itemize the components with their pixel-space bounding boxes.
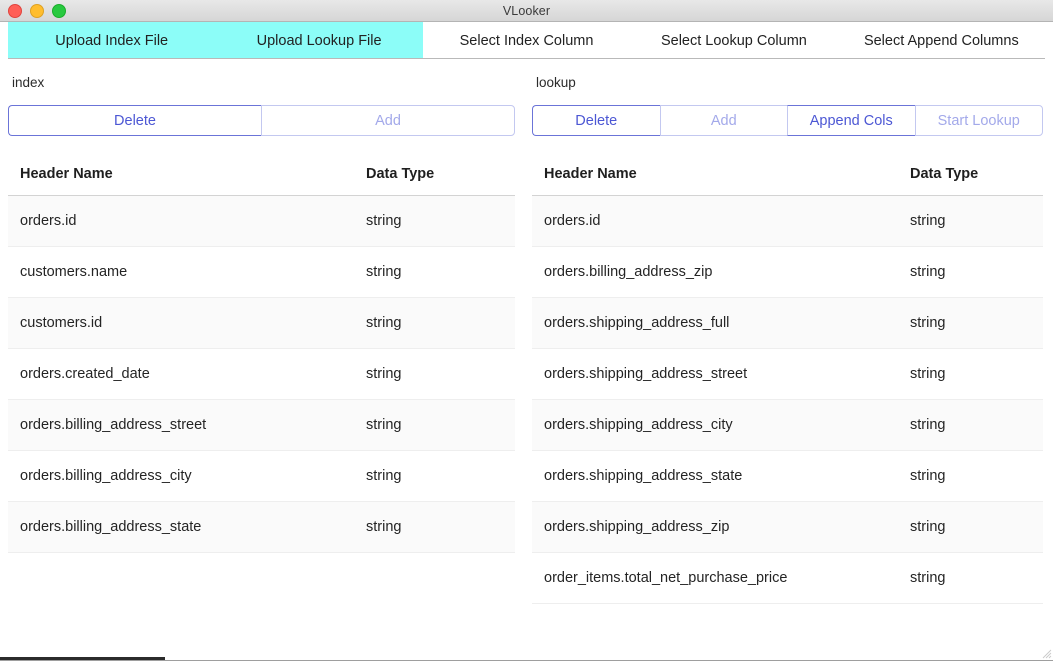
window-titlebar: VLooker xyxy=(0,0,1053,22)
index-header-table: Header Name Data Type orders.id string c… xyxy=(8,160,515,553)
cell-header-name: customers.name xyxy=(20,264,128,280)
window-bottom-grip xyxy=(0,657,165,660)
cell-data-type: string xyxy=(366,315,402,331)
table-header-row: Header Name Data Type xyxy=(8,160,515,196)
cell-header-name: orders.created_date xyxy=(20,366,150,382)
cell-data-type: string xyxy=(910,366,946,382)
tab-select-lookup-column[interactable]: Select Lookup Column xyxy=(630,22,837,59)
cell-header-name: orders.shipping_address_city xyxy=(544,417,733,433)
tab-select-index-column[interactable]: Select Index Column xyxy=(423,22,630,59)
table-row[interactable]: orders.shipping_address_city string xyxy=(532,400,1043,451)
cell-header-name: orders.shipping_address_state xyxy=(544,468,743,484)
index-panel-toolbar: Delete Add xyxy=(8,105,515,136)
cell-header-name: order_items.total_net_purchase_price xyxy=(544,570,788,586)
tab-upload-lookup-file[interactable]: Upload Lookup File xyxy=(215,22,423,59)
cell-data-type: string xyxy=(910,468,946,484)
lookup-start-lookup-button[interactable]: Start Lookup xyxy=(914,105,1043,136)
table-row[interactable]: orders.id string xyxy=(532,196,1043,247)
window-controls xyxy=(8,0,66,22)
table-row[interactable]: customers.id string xyxy=(8,298,515,349)
lookup-panel-label: lookup xyxy=(536,75,576,90)
table-row[interactable]: orders.billing_address_street string xyxy=(8,400,515,451)
table-row[interactable]: orders.id string xyxy=(8,196,515,247)
lookup-append-cols-button[interactable]: Append Cols xyxy=(787,105,915,136)
cell-data-type: string xyxy=(366,213,402,229)
lookup-panel: lookup Delete Add Append Cols Start Look… xyxy=(527,60,1053,649)
application-window: VLooker Upload Index File Upload Lookup … xyxy=(0,0,1053,661)
cell-data-type: string xyxy=(910,519,946,535)
column-header-data-type: Data Type xyxy=(910,166,979,182)
button-label: Start Lookup xyxy=(937,112,1020,129)
tab-label: Select Append Columns xyxy=(863,32,1019,49)
cell-data-type: string xyxy=(910,213,946,229)
index-delete-button[interactable]: Delete xyxy=(8,105,261,136)
button-label: Delete xyxy=(114,112,156,129)
tab-label: Select Index Column xyxy=(459,32,594,49)
index-panel: index Delete Add Header Name Data Type o… xyxy=(0,60,527,649)
lookup-panel-toolbar: Delete Add Append Cols Start Lookup xyxy=(532,105,1043,136)
index-panel-label: index xyxy=(12,75,45,90)
table-row[interactable]: orders.shipping_address_state string xyxy=(532,451,1043,502)
table-row[interactable]: orders.shipping_address_zip string xyxy=(532,502,1043,553)
column-header-header-name: Header Name xyxy=(20,166,113,182)
cell-data-type: string xyxy=(366,468,402,484)
tab-label: Upload Index File xyxy=(55,32,169,49)
cell-header-name: orders.shipping_address_street xyxy=(544,366,748,382)
cell-header-name: orders.shipping_address_zip xyxy=(544,519,730,535)
tab-bar: Upload Index File Upload Lookup File Sel… xyxy=(0,22,1053,59)
tab-label: Select Lookup Column xyxy=(660,32,807,49)
button-label: Delete xyxy=(575,112,618,129)
resize-handle-icon[interactable] xyxy=(1042,649,1052,659)
cell-data-type: string xyxy=(910,417,946,433)
tab-bar-divider xyxy=(8,58,1045,59)
window-bottom-edge xyxy=(0,657,1053,661)
cell-header-name: customers.id xyxy=(20,315,103,331)
cell-data-type: string xyxy=(366,366,402,382)
cell-header-name: orders.billing_address_city xyxy=(20,468,192,484)
cell-header-name: orders.id xyxy=(20,213,77,229)
button-label: Add xyxy=(710,112,737,129)
column-header-data-type: Data Type xyxy=(366,166,435,182)
cell-header-name: orders.id xyxy=(544,213,601,229)
button-label: Add xyxy=(375,112,401,129)
table-row[interactable]: orders.billing_address_city string xyxy=(8,451,515,502)
cell-header-name: orders.shipping_address_full xyxy=(544,315,730,331)
tab-upload-index-file[interactable]: Upload Index File xyxy=(8,22,216,59)
cell-header-name: orders.billing_address_street xyxy=(20,417,207,433)
table-row[interactable]: orders.shipping_address_full string xyxy=(532,298,1043,349)
window-title: VLooker xyxy=(502,3,551,18)
cell-header-name: orders.billing_address_zip xyxy=(544,264,713,280)
cell-data-type: string xyxy=(366,417,402,433)
maximize-window-icon[interactable] xyxy=(52,4,66,18)
cell-data-type: string xyxy=(366,519,402,535)
cell-data-type: string xyxy=(910,570,946,586)
cell-data-type: string xyxy=(366,264,402,280)
cell-data-type: string xyxy=(910,264,946,280)
tab-list: Upload Index File Upload Lookup File Sel… xyxy=(8,22,1045,59)
button-label: Append Cols xyxy=(809,112,893,129)
main-content: index Delete Add Header Name Data Type o… xyxy=(0,60,1053,649)
cell-header-name: orders.billing_address_state xyxy=(20,519,202,535)
index-add-button[interactable]: Add xyxy=(261,105,515,136)
tab-select-append-columns[interactable]: Select Append Columns xyxy=(838,22,1045,59)
table-row[interactable]: orders.shipping_address_street string xyxy=(532,349,1043,400)
table-header-row: Header Name Data Type xyxy=(532,160,1043,196)
lookup-delete-button[interactable]: Delete xyxy=(532,105,660,136)
tab-label: Upload Lookup File xyxy=(256,32,382,49)
table-row[interactable]: order_items.total_net_purchase_price str… xyxy=(532,553,1043,604)
cell-data-type: string xyxy=(910,315,946,331)
table-row[interactable]: orders.billing_address_zip string xyxy=(532,247,1043,298)
lookup-header-table: Header Name Data Type orders.id string o… xyxy=(532,160,1043,604)
lookup-add-button[interactable]: Add xyxy=(659,105,787,136)
minimize-window-icon[interactable] xyxy=(30,4,44,18)
column-header-header-name: Header Name xyxy=(544,166,637,182)
table-row[interactable]: customers.name string xyxy=(8,247,515,298)
table-row[interactable]: orders.billing_address_state string xyxy=(8,502,515,553)
close-window-icon[interactable] xyxy=(8,4,22,18)
table-row[interactable]: orders.created_date string xyxy=(8,349,515,400)
